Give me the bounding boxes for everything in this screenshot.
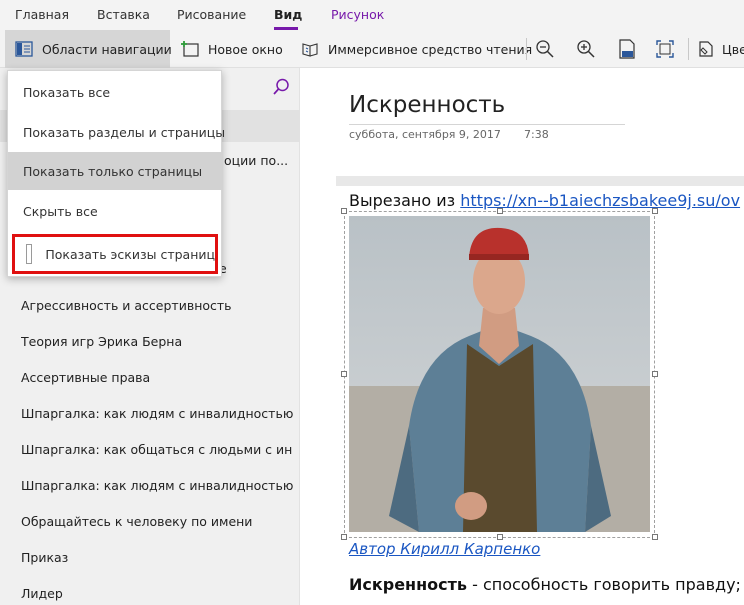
menu-item-show-sections-pages[interactable]: Показать разделы и страницы [8,113,225,151]
body-paragraph[interactable]: Искренность - способность говорить правд… [349,575,741,594]
zoom-out-icon [535,39,555,59]
page-list-item[interactable]: Лидер [21,586,293,601]
resize-handle[interactable] [497,208,503,214]
immersive-reader-icon [300,40,322,58]
page-color-label: Цве [722,41,744,57]
page-list-item[interactable]: е [219,261,239,276]
ribbon-toolbar: Области навигации Новое окно Иммерсивное… [0,30,744,68]
show-thumbnails-option[interactable]: Показать эскизы страниц [12,234,218,274]
page-date: суббота, сентября 9, 2017 [349,128,501,141]
portrait-photo[interactable] [349,216,650,532]
show-thumbnails-checkbox[interactable] [26,244,33,264]
page-color-button[interactable]: Цве [696,30,744,68]
immersive-reader-button[interactable]: Иммерсивное средство чтения [300,30,532,68]
page-list-item[interactable]: Приказ [21,550,293,565]
page-list-item[interactable]: оции по... [224,153,294,168]
resize-handle[interactable] [652,208,658,214]
page-list-item[interactable]: Агрессивность и ассертивность [21,298,293,313]
page-time: 7:38 [524,128,549,141]
tab-picture[interactable]: Рисунок [331,7,384,22]
title-divider [349,124,625,125]
toolbar-separator [688,38,689,60]
note-container-handle[interactable] [336,176,744,186]
zoom-in-icon [576,39,596,59]
clipped-from-label: Вырезано из [349,191,461,210]
page-color-icon [696,39,716,59]
zoom-in-button[interactable] [576,30,600,68]
body-bold-term: Искренность [349,575,468,594]
onenote-window: Главная Вставка Рисование Вид Рисунок Об… [0,0,744,605]
page-width-button[interactable] [655,30,679,68]
new-window-icon [180,40,200,58]
menu-item-show-pages-only[interactable]: Показать только страницы [8,152,223,190]
resize-handle[interactable] [652,534,658,540]
page-list-item[interactable]: Обращайтесь к человеку по имени [21,514,293,529]
author-link[interactable]: Автор Кирилл Карпенко [349,540,540,558]
menu-item-show-all[interactable]: Показать все [8,73,223,111]
page-list-item[interactable]: Шпаргалка: как людям с инвалидностью б..… [21,406,293,421]
toolbar-separator [526,38,527,60]
page-width-icon [655,39,675,59]
show-thumbnails-label: Показать эскизы страниц [45,246,215,262]
new-window-label: Новое окно [208,41,283,57]
search-icon[interactable] [272,78,290,96]
tab-insert[interactable]: Вставка [97,7,150,22]
page-list-item[interactable]: Теория игр Эрика Берна [21,334,293,349]
resize-handle[interactable] [341,208,347,214]
navigation-panes-button[interactable]: Области навигации [5,30,172,68]
page-canvas: Искренность суббота, сентября 9, 2017 7:… [301,68,744,605]
clipped-from-line: Вырезано из https://xn--b1aiechzsbakee9j… [349,191,740,210]
immersive-reader-label: Иммерсивное средство чтения [328,41,533,57]
tab-home[interactable]: Главная [15,7,69,22]
page-list-item[interactable]: Шпаргалка: как людям с инвалидностью б..… [21,478,293,493]
resize-handle[interactable] [652,371,658,377]
navigation-panes-icon [15,41,33,57]
zoom-100-icon [617,38,637,60]
page-list-item[interactable]: Ассертивные права [21,370,293,385]
zoom-100-button[interactable] [617,30,641,68]
tab-view[interactable]: Вид [274,7,302,22]
zoom-out-button[interactable] [535,30,559,68]
new-window-button[interactable]: Новое окно [180,30,288,68]
navigation-panes-menu: Показать все Показать разделы и страницы… [7,70,225,277]
navigation-panes-label: Области навигации [42,41,172,57]
ribbon-tabs: Главная Вставка Рисование Вид Рисунок [0,0,744,30]
resize-handle[interactable] [341,534,347,540]
page-list-item[interactable]: Шпаргалка: как общаться с людьми с инва.… [21,442,293,457]
tab-draw[interactable]: Рисование [177,7,246,22]
resize-handle[interactable] [341,371,347,377]
page-title[interactable]: Искренность [349,92,505,118]
menu-item-hide-all[interactable]: Скрыть все [8,192,223,230]
body-text: - способность говорить правду; [467,575,741,594]
